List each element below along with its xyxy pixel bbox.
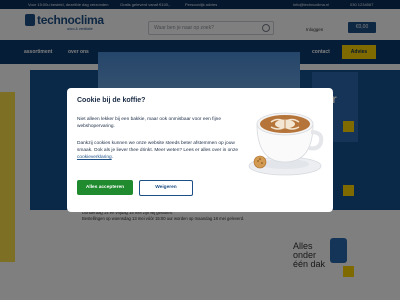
accept-all-button[interactable]: Alles accepteren <box>77 180 133 195</box>
cookie-explanation-text: Dankzij cookies kunnen we onze website s… <box>77 141 239 153</box>
cookie-modal: Cookie bij de koffie? Niet alleen lekker… <box>67 88 333 212</box>
cookie-intro: Niet alleen lekker bij een bakkie, maar … <box>77 117 221 129</box>
cookie-policy-link[interactable]: cookieverklaring <box>77 155 112 160</box>
cookie-title: Cookie bij de koffie? <box>77 97 146 104</box>
cookie-explanation: Dankzij cookies kunnen we onze website s… <box>77 140 247 161</box>
deny-button[interactable]: Weigeren <box>139 180 193 196</box>
cookie-explanation-end: . <box>111 155 114 160</box>
coffee-cup-icon <box>248 112 324 176</box>
